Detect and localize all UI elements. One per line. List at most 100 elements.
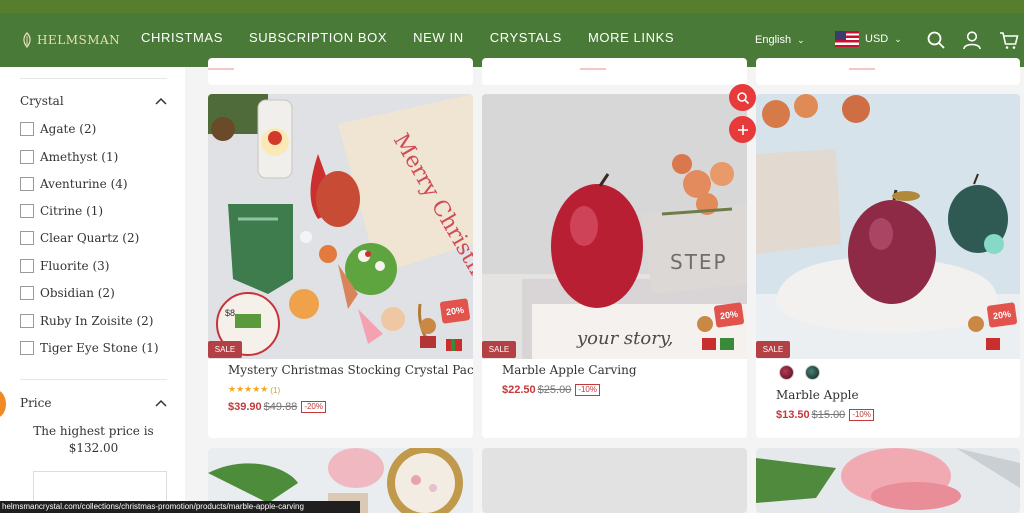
product-title[interactable]: Mystery Christmas Stocking Crystal Pack [228, 363, 473, 377]
sidebar-divider [20, 78, 167, 79]
product-card-partial[interactable] [482, 58, 747, 85]
product-title[interactable]: Marble Apple [776, 388, 859, 402]
nav-link-new-in[interactable]: NEW IN [413, 30, 464, 45]
filter-count: (4) [110, 177, 128, 191]
sale-badge: SALE [208, 341, 242, 358]
filter-checkbox[interactable] [20, 314, 34, 328]
product-photo [482, 448, 747, 513]
discount-tag-icon: 20% [986, 302, 1018, 328]
rating-stars: ★★★★★ (1) [228, 385, 280, 395]
filter-sidebar: Crystal Agate (2) Amethyst (1) Aventurin… [0, 67, 185, 513]
price-strike-remnant [208, 68, 234, 70]
original-price: $25.00 [537, 384, 572, 396]
filter-aventurine[interactable]: Aventurine (4) [20, 177, 128, 191]
top-announcement-strip [0, 0, 1024, 13]
filter-count: (3) [92, 259, 110, 273]
chevron-up-icon[interactable] [155, 399, 167, 407]
filter-checkbox[interactable] [20, 286, 34, 300]
discount-badge: -10% [849, 409, 874, 421]
filter-agate[interactable]: Agate (2) [20, 122, 96, 136]
product-title[interactable]: Marble Apple Carving [502, 363, 637, 377]
color-swatch-green[interactable] [805, 365, 820, 380]
product-image[interactable]: Merry Christmas $8 20% [208, 94, 473, 359]
product-card[interactable]: Merry Christmas $8 20% SALE Mys [208, 94, 473, 438]
filter-checkbox[interactable] [20, 341, 34, 355]
filter-label: Aventurine [40, 177, 107, 191]
product-card-partial[interactable] [756, 448, 1020, 513]
original-price: $15.00 [811, 409, 846, 421]
floating-help-button[interactable] [0, 390, 6, 418]
filter-checkbox[interactable] [20, 150, 34, 164]
tulip-photo [756, 448, 1020, 513]
discount-badge: -10% [575, 384, 600, 396]
sale-badge: SALE [756, 341, 790, 358]
filter-count: (1) [101, 150, 119, 164]
filter-checkbox[interactable] [20, 204, 34, 218]
sale-price: $22.50 [502, 384, 536, 396]
filter-tiger-eye-stone[interactable]: Tiger Eye Stone (1) [20, 341, 159, 355]
add-to-cart-button[interactable] [729, 116, 756, 143]
chevron-down-icon: ⌄ [894, 33, 902, 44]
currency-selector[interactable]: USD ⌄ [835, 31, 902, 47]
sale-price: $13.50 [776, 409, 810, 421]
currency-label: USD [865, 33, 889, 45]
filter-count: (1) [86, 204, 104, 218]
color-swatch-red[interactable] [779, 365, 794, 380]
sale-price: $39.90 [228, 401, 262, 413]
star-icon: ★★★★★ [228, 385, 269, 395]
nav-link-christmas[interactable]: CHRISTMAS [141, 30, 223, 45]
product-image[interactable]: STEP your story, 20% [482, 94, 747, 359]
filter-checkbox[interactable] [20, 231, 34, 245]
filter-obsidian[interactable]: Obsidian (2) [20, 286, 115, 300]
logo-mark-icon [23, 32, 31, 48]
nav-link-subscription-box[interactable]: SUBSCRIPTION BOX [249, 30, 387, 45]
product-card-partial[interactable] [482, 448, 747, 513]
filter-label: Clear Quartz [40, 231, 119, 245]
language-label: English [755, 34, 792, 46]
filter-checkbox[interactable] [20, 259, 34, 273]
discount-badge: -20% [301, 401, 326, 413]
nav-link-crystals[interactable]: CRYSTALS [490, 30, 562, 45]
filter-label: Tiger Eye Stone [40, 341, 138, 355]
inset-price-text: $8 [225, 308, 235, 318]
product-card[interactable]: STEP your story, 20% SALE Marble Apple C… [482, 94, 747, 438]
us-flag-icon [835, 31, 859, 47]
price-strike-remnant [849, 68, 875, 70]
price-strike-remnant [580, 68, 606, 70]
marble-apple-tray-photo [756, 94, 1020, 359]
product-card[interactable]: 20% SALE Marble Apple $13.50 $15.00 -10% [756, 94, 1020, 438]
chevron-up-icon[interactable] [155, 97, 167, 105]
filter-label: Agate [40, 122, 76, 136]
price-filter-heading[interactable]: Price [20, 396, 51, 410]
filter-amethyst[interactable]: Amethyst (1) [20, 150, 118, 164]
cart-icon[interactable] [999, 30, 1019, 50]
rating-count: (1) [270, 385, 281, 395]
filter-fluorite[interactable]: Fluorite (3) [20, 259, 109, 273]
filter-count: (2) [136, 314, 154, 328]
product-image[interactable]: 20% [756, 94, 1020, 359]
user-icon[interactable] [962, 30, 982, 50]
nav-link-more-links[interactable]: MORE LINKS [588, 30, 674, 45]
browser-status-url: helmsmancrystal.com/collections/christma… [0, 501, 360, 513]
filter-citrine[interactable]: Citrine (1) [20, 204, 103, 218]
quick-view-button[interactable] [729, 84, 756, 111]
filter-label: Amethyst [40, 150, 98, 164]
filter-checkbox[interactable] [20, 122, 34, 136]
highest-price-label: The highest price is [33, 424, 154, 438]
marble-apple-photo: STEP your story, [482, 94, 747, 359]
book-cover-text: STEP [670, 250, 728, 274]
book-script-text: your story, [576, 328, 673, 349]
filter-clear-quartz[interactable]: Clear Quartz (2) [20, 231, 139, 245]
language-selector[interactable]: English ⌄ [755, 34, 805, 46]
search-icon[interactable] [926, 30, 946, 50]
original-price: $49.88 [263, 401, 298, 413]
filter-checkbox[interactable] [20, 177, 34, 191]
crystal-filter-heading[interactable]: Crystal [20, 94, 64, 108]
filter-ruby-in-zoisite[interactable]: Ruby In Zoisite (2) [20, 314, 153, 328]
product-card-partial[interactable] [208, 58, 473, 85]
discount-tag-icon: 20% [713, 302, 745, 328]
brand-logo[interactable]: HELMSMAN [20, 32, 120, 48]
product-card-partial[interactable] [756, 58, 1020, 85]
brand-name: HELMSMAN [37, 33, 121, 47]
filter-label: Ruby In Zoisite [40, 314, 133, 328]
